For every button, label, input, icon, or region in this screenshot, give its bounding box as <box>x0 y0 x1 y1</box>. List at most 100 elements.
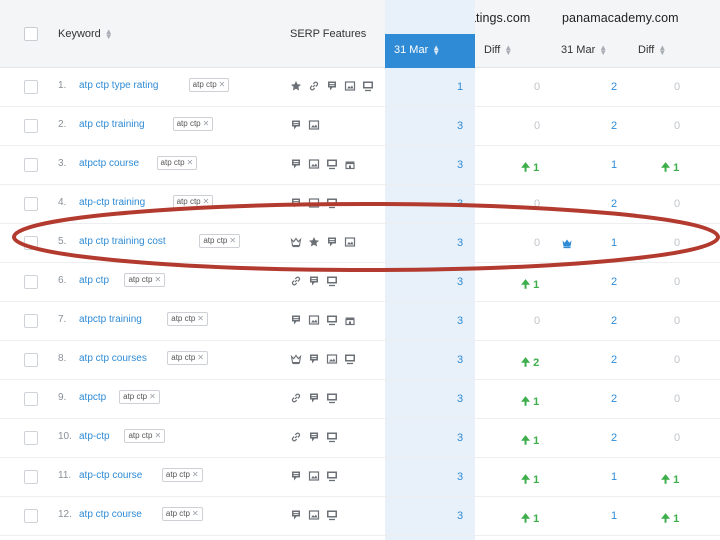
domain1-position[interactable]: 1 <box>457 81 463 93</box>
row-checkbox[interactable] <box>24 431 38 445</box>
row-checkbox[interactable] <box>24 275 38 289</box>
close-icon[interactable]: ✕ <box>154 275 161 284</box>
keyword-link[interactable]: atp-ctp <box>79 431 110 442</box>
star-icon <box>308 236 320 248</box>
close-icon[interactable]: ✕ <box>192 509 199 518</box>
row-checkbox[interactable] <box>24 80 38 94</box>
keyword-tag[interactable]: atp ctp ✕ <box>156 156 198 170</box>
snippet-icon <box>308 353 320 365</box>
domain2-position[interactable]: 1 <box>611 471 617 483</box>
domain2-position[interactable]: 1 <box>611 159 617 171</box>
keyword-link[interactable]: atp-ctp course <box>79 470 142 481</box>
keyword-tag[interactable]: atp ctp ✕ <box>161 507 203 521</box>
star-icon <box>290 80 302 92</box>
row-checkbox[interactable] <box>24 119 38 133</box>
sort-icon[interactable]: ▲ ▼ <box>599 44 607 57</box>
domain2-position[interactable]: 2 <box>611 354 617 366</box>
row-checkbox[interactable] <box>24 158 38 172</box>
table-row: 7. atpctp training atp ctp ✕ 3 0 2 0 <box>0 302 720 341</box>
row-checkbox[interactable] <box>24 392 38 406</box>
keyword-link[interactable]: atp ctp type rating <box>79 80 159 91</box>
row-checkbox[interactable] <box>24 353 38 367</box>
close-icon[interactable]: ✕ <box>197 314 204 323</box>
close-icon[interactable]: ✕ <box>197 353 204 362</box>
domain2-header: panamacademy.com <box>562 11 679 25</box>
keyword-link[interactable]: atpctp course <box>79 158 139 169</box>
domain1-position[interactable]: 3 <box>457 315 463 327</box>
arrow-up-icon: 🠉 <box>521 162 531 174</box>
arrow-up-icon: 🠉 <box>521 396 531 408</box>
close-icon[interactable]: ✕ <box>219 80 226 89</box>
domain2-position[interactable]: 2 <box>611 315 617 327</box>
domain1-position[interactable]: 3 <box>457 159 463 171</box>
keyword-link[interactable]: atpctp training <box>79 314 142 325</box>
domain1-position[interactable]: 3 <box>457 471 463 483</box>
tag-label: atp ctp <box>171 353 196 362</box>
keyword-tag[interactable]: atp ctp ✕ <box>188 78 230 92</box>
sort-icon[interactable]: ▲ ▼ <box>432 44 440 57</box>
date1-column-header-active[interactable]: 31 Mar ▲ ▼ <box>385 34 475 68</box>
domain1-position[interactable]: 3 <box>457 432 463 444</box>
video-icon <box>326 431 338 443</box>
diff-value: 1 <box>533 474 540 486</box>
close-icon[interactable]: ✕ <box>149 392 156 401</box>
select-all-checkbox[interactable] <box>24 27 38 41</box>
shop-icon <box>344 158 356 170</box>
close-icon[interactable]: ✕ <box>203 197 210 206</box>
close-icon[interactable]: ✕ <box>192 470 199 479</box>
crown-icon <box>561 236 573 254</box>
tag-label: atp ctp <box>160 158 185 167</box>
domain2-position[interactable]: 2 <box>611 120 617 132</box>
domain2-position[interactable]: 2 <box>611 198 617 210</box>
date2-column-header[interactable]: 31 Mar ▲ ▼ <box>561 44 607 57</box>
keyword-tag[interactable]: atp ctp ✕ <box>167 312 208 326</box>
keyword-tag[interactable]: atp ctp ✕ <box>199 234 241 248</box>
domain1-position[interactable]: 3 <box>457 276 463 288</box>
keyword-tag[interactable]: atp ctp ✕ <box>172 195 214 209</box>
domain1-position[interactable]: 3 <box>457 198 463 210</box>
domain1-position[interactable]: 3 <box>457 354 463 366</box>
domain2-position[interactable]: 2 <box>611 393 617 405</box>
domain1-position[interactable]: 3 <box>457 393 463 405</box>
domain2-position[interactable]: 1 <box>611 237 617 249</box>
date1-column-header[interactable]: 31 Mar ▲ ▼ <box>394 44 440 57</box>
keyword-link[interactable]: atpctp <box>79 392 106 403</box>
keyword-link[interactable]: atp ctp <box>79 275 109 286</box>
keyword-tag[interactable]: atp ctp ✕ <box>172 117 214 131</box>
diff2-column-header[interactable]: Diff ▲ ▼ <box>638 44 666 57</box>
keyword-tag[interactable]: atp ctp ✕ <box>119 390 160 404</box>
snippet-icon <box>308 392 320 404</box>
keyword-link[interactable]: atp ctp training cost <box>79 236 166 247</box>
keyword-link[interactable]: atp ctp courses <box>79 353 147 364</box>
sort-icon[interactable]: ▲ ▼ <box>105 28 113 41</box>
domain1-position[interactable]: 3 <box>457 120 463 132</box>
close-icon[interactable]: ✕ <box>187 158 194 167</box>
domain2-position[interactable]: 2 <box>611 276 617 288</box>
keyword-tag[interactable]: atp ctp ✕ <box>124 273 166 287</box>
close-icon[interactable]: ✕ <box>229 236 236 245</box>
sort-icon[interactable]: ▲ ▼ <box>658 44 666 57</box>
keyword-column-header[interactable]: Keyword ▲ ▼ <box>58 28 113 41</box>
row-checkbox[interactable] <box>24 314 38 328</box>
keyword-link[interactable]: atp ctp course <box>79 509 142 520</box>
row-checkbox[interactable] <box>24 236 38 250</box>
row-checkbox[interactable] <box>24 470 38 484</box>
domain2-position[interactable]: 1 <box>611 510 617 522</box>
diff1-column-header[interactable]: Diff ▲ ▼ <box>484 44 512 57</box>
domain1-position[interactable]: 3 <box>457 237 463 249</box>
row-checkbox[interactable] <box>24 509 38 523</box>
keyword-tag[interactable]: atp ctp ✕ <box>124 429 166 443</box>
tag-label: atp ctp <box>128 431 153 440</box>
domain2-position[interactable]: 2 <box>611 432 617 444</box>
serp-features-cell <box>290 158 356 170</box>
keyword-tag[interactable]: atp ctp ✕ <box>161 468 203 482</box>
sort-icon[interactable]: ▲ ▼ <box>504 44 512 57</box>
keyword-tag[interactable]: atp ctp ✕ <box>167 351 208 365</box>
close-icon[interactable]: ✕ <box>154 431 161 440</box>
domain2-position[interactable]: 2 <box>611 81 617 93</box>
domain1-position[interactable]: 3 <box>457 510 463 522</box>
keyword-link[interactable]: atp ctp training <box>79 119 145 130</box>
row-checkbox[interactable] <box>24 197 38 211</box>
close-icon[interactable]: ✕ <box>203 119 210 128</box>
keyword-link[interactable]: atp-ctp training <box>79 197 145 208</box>
